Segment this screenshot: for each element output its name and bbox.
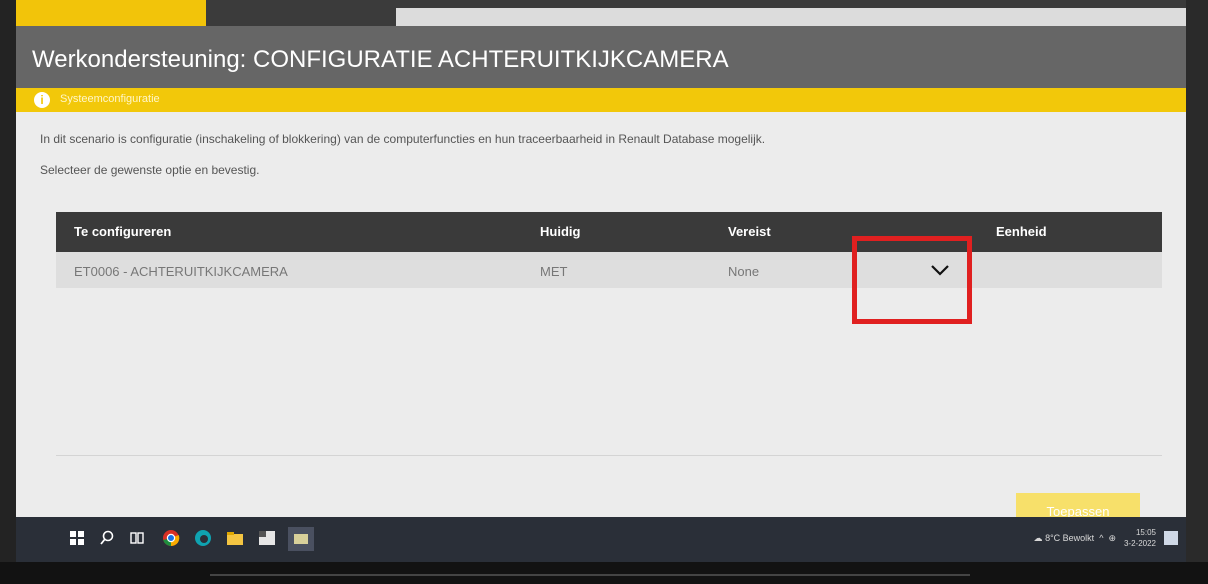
info-icon: i xyxy=(34,92,50,108)
monitor-stand xyxy=(210,574,970,576)
system-config-label: Systeemconfiguratie xyxy=(60,93,160,105)
browser-tab[interactable] xyxy=(396,8,1186,26)
header-huidig: Huidig xyxy=(540,224,581,239)
weather-icon: ☁ xyxy=(1033,533,1043,543)
tray-chevron-up-icon[interactable]: ^ xyxy=(1097,533,1106,543)
row-item-name: ET0006 - ACHTERUITKIJKCAMERA xyxy=(74,264,288,279)
active-app-tab[interactable] xyxy=(16,0,206,26)
monitor-bezel-bottom xyxy=(0,562,1208,584)
clock-date: 3-2-2022 xyxy=(1123,539,1156,548)
app-window-icon[interactable] xyxy=(258,529,276,547)
system-tray[interactable]: ☁ 8°C Bewolkt ^ ⊕ xyxy=(1034,533,1116,544)
header-eenheid: Eenheid xyxy=(996,224,1047,239)
content-divider xyxy=(56,455,1162,456)
renault-clip-icon[interactable] xyxy=(288,527,314,551)
header-te-configureren: Te configureren xyxy=(74,224,172,239)
title-bar: Werkondersteuning: CONFIGURATIE ACHTERUI… xyxy=(16,26,1186,88)
page-title: Werkondersteuning: CONFIGURATIE ACHTERUI… xyxy=(32,46,729,73)
edge-icon[interactable] xyxy=(194,529,212,547)
screen: Werkondersteuning: CONFIGURATIE ACHTERUI… xyxy=(16,0,1186,562)
search-icon[interactable] xyxy=(98,529,116,547)
monitor-bezel-left xyxy=(0,0,16,584)
windows-start-icon[interactable] xyxy=(68,529,86,547)
header-vereist: Vereist xyxy=(728,224,771,239)
chrome-icon[interactable] xyxy=(162,529,180,547)
notification-icon[interactable] xyxy=(1164,531,1178,545)
app-tabstrip xyxy=(16,0,1186,26)
configuration-table: Te configureren Huidig Vereist Eenheid E… xyxy=(56,212,1162,288)
row-current-value: MET xyxy=(540,264,568,279)
red-highlight-box xyxy=(852,236,972,324)
system-config-bar: i Systeemconfiguratie xyxy=(16,88,1186,112)
task-view-icon[interactable] xyxy=(128,529,146,547)
windows-taskbar: ☁ 8°C Bewolkt ^ ⊕ 15:05 3-2-2022 xyxy=(16,517,1186,562)
clock-time: 15:05 xyxy=(1135,528,1156,537)
monitor-bezel-right xyxy=(1186,0,1208,584)
scenario-description: In dit scenario is configuratie (inschak… xyxy=(40,132,766,146)
weather-status: 8°C Bewolkt xyxy=(1045,533,1095,543)
taskbar-clock[interactable]: 15:05 3-2-2022 xyxy=(1124,527,1156,549)
table-header: Te configureren Huidig Vereist Eenheid xyxy=(56,212,1162,252)
table-row[interactable]: ET0006 - ACHTERUITKIJKCAMERA MET None xyxy=(56,252,1162,288)
instruction-text: Selecteer de gewenste optie en bevestig. xyxy=(40,163,260,177)
network-icon[interactable]: ⊕ xyxy=(1108,533,1116,543)
row-required-value[interactable]: None xyxy=(728,264,759,279)
file-explorer-icon[interactable] xyxy=(226,529,244,547)
